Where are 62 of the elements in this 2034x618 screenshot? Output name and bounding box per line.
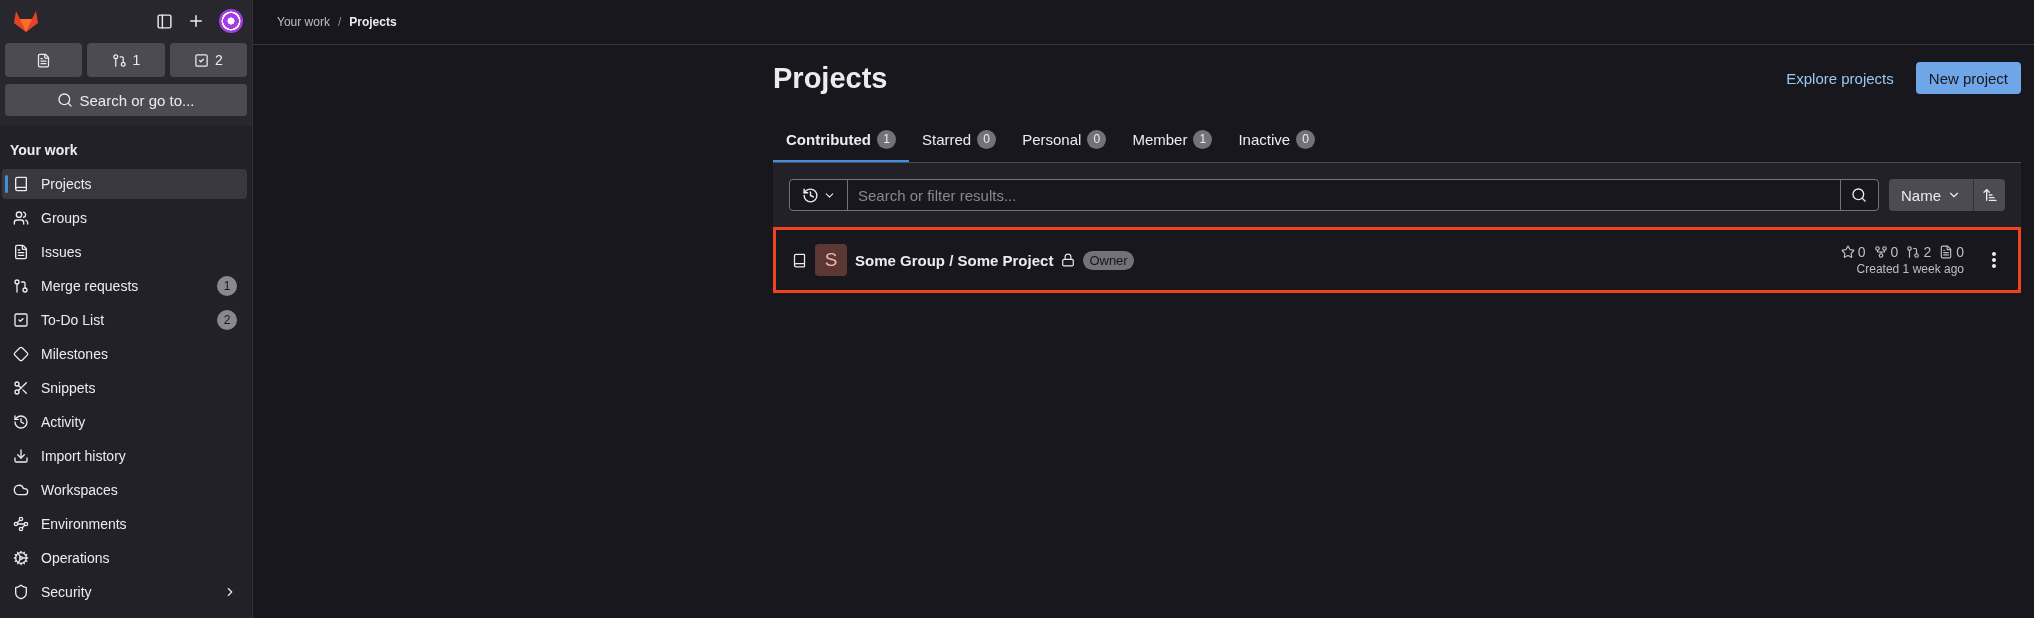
nav-item[interactable]: Groups: [2, 203, 247, 233]
security-icon: [13, 584, 29, 600]
nav-item[interactable]: Milestones: [2, 339, 247, 369]
nav-item[interactable]: Operations: [2, 543, 247, 573]
forks-count[interactable]: 0: [1873, 244, 1899, 260]
section-title: Your work: [9, 141, 79, 160]
activity-icon: [13, 414, 29, 430]
nav-item[interactable]: Snippets: [2, 373, 247, 403]
tab[interactable]: Inactive 0: [1225, 116, 1329, 162]
user-avatar[interactable]: [219, 9, 243, 33]
nav-item[interactable]: Import history: [2, 441, 247, 471]
fox-logo-icon[interactable]: [13, 9, 39, 33]
search-icon: [57, 92, 74, 108]
lock-icon: [1061, 253, 1076, 267]
project-name-link[interactable]: Some Group / Some Project: [855, 251, 1054, 269]
sidebar-toggle-icon[interactable]: [156, 12, 173, 30]
nav-item[interactable]: Projects: [2, 169, 247, 199]
nav-item[interactable]: Security: [2, 577, 247, 607]
merge-requests-icon: [13, 278, 29, 294]
count-badge: 0: [1087, 129, 1107, 149]
breadcrumb-separator: /: [337, 15, 342, 29]
quick-action-button[interactable]: [5, 43, 83, 77]
tab[interactable]: Member 1: [1119, 116, 1226, 162]
nav-item[interactable]: To-Do List 2: [2, 305, 247, 335]
quick-action-button[interactable]: 2: [169, 43, 247, 77]
project-avatar: S: [815, 244, 847, 276]
count-badge: 0: [1296, 129, 1316, 149]
quick-action-button[interactable]: 1: [87, 43, 165, 77]
merge-requests-count[interactable]: 2: [1906, 244, 1932, 260]
tab[interactable]: Starred 0: [909, 116, 1010, 162]
tab[interactable]: Personal 0: [1009, 116, 1120, 162]
count-badge: 1: [1193, 129, 1213, 149]
nav-item[interactable]: Environments: [2, 509, 247, 539]
plus-icon[interactable]: [187, 12, 205, 30]
history-icon: [801, 186, 819, 204]
tab[interactable]: Contributed 1: [773, 116, 909, 162]
role-badge: Owner: [1083, 250, 1134, 270]
count-badge: 2: [217, 310, 237, 330]
project-row[interactable]: S Some Group / Some Project Owner 0 0 2 0 Created 1 week ago: [773, 227, 2021, 293]
stars-count[interactable]: 0: [1840, 244, 1866, 260]
sort-direction-button[interactable]: [1973, 179, 2005, 211]
explore-projects-link[interactable]: Explore projects: [1786, 69, 1894, 87]
search-button[interactable]: Search or go to...: [5, 84, 247, 116]
nav-item[interactable]: Issues: [2, 237, 247, 267]
issues-count[interactable]: 0: [1939, 244, 1964, 260]
nav-item[interactable]: Merge requests 1: [2, 271, 247, 301]
page-title: Projects: [773, 61, 889, 95]
groups-icon: [13, 210, 29, 226]
new-project-button[interactable]: New project: [1915, 62, 2021, 94]
breadcrumb-link[interactable]: Your work: [277, 15, 330, 29]
count-badge: 0: [977, 129, 997, 149]
nav-item[interactable]: Workspaces: [2, 475, 247, 505]
created-time: Created 1 week ago: [1856, 262, 1964, 276]
count-badge: 1: [217, 276, 237, 296]
count-badge: 1: [877, 129, 896, 149]
nav-item[interactable]: Activity: [2, 407, 247, 437]
sort-ascending-icon: [1981, 187, 1998, 203]
search-icon: [1851, 187, 1868, 203]
vertical-ellipsis-icon: [1992, 252, 1996, 268]
sort-dropdown[interactable]: Name: [1889, 179, 1973, 211]
breadcrumb-link[interactable]: Projects: [349, 15, 397, 29]
import-icon: [13, 448, 29, 464]
